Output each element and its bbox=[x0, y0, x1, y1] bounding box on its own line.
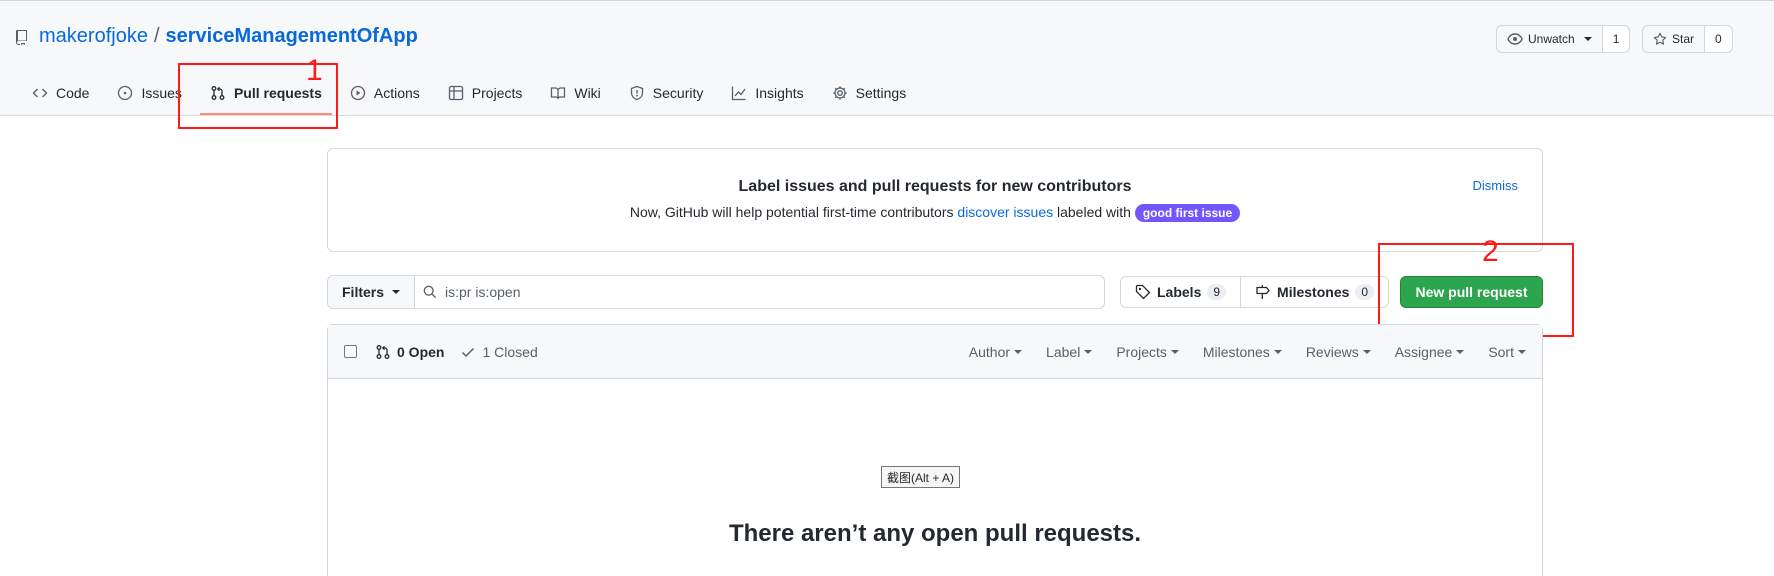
label-filter[interactable]: Label bbox=[1046, 343, 1093, 360]
empty-state-title: There aren’t any open pull requests. bbox=[728, 520, 1142, 547]
caret-down-icon bbox=[1014, 349, 1023, 354]
discover-issues-link[interactable]: discover issues bbox=[957, 204, 1053, 220]
labels-count: 9 bbox=[1207, 284, 1227, 300]
repo-nav-tabs: Code Issues Pull requests Actions Projec… bbox=[22, 73, 924, 115]
tab-actions[interactable]: Actions bbox=[340, 73, 430, 113]
tab-label: Code bbox=[56, 85, 90, 101]
play-icon bbox=[350, 85, 366, 101]
star-button-group: Star 0 bbox=[1642, 25, 1733, 53]
annotation-number-1: 1 bbox=[306, 54, 323, 87]
labels-button[interactable]: Labels 9 bbox=[1121, 277, 1240, 307]
search-query: is:pr is:open bbox=[445, 284, 521, 300]
caret-down-icon bbox=[1084, 349, 1093, 354]
closed-count: 1 Closed bbox=[482, 343, 538, 360]
milestone-icon bbox=[1256, 285, 1270, 299]
issue-icon bbox=[118, 85, 133, 101]
watchers-count[interactable]: 1 bbox=[1601, 26, 1630, 52]
repo-title: makerofjoke / serviceManagementOfApp bbox=[15, 25, 418, 48]
unwatch-button[interactable]: Unwatch bbox=[1497, 26, 1602, 52]
search-input[interactable]: is:pr is:open bbox=[415, 284, 1104, 300]
check-icon bbox=[462, 347, 475, 357]
tab-security[interactable]: Security bbox=[619, 73, 714, 113]
reviews-filter[interactable]: Reviews bbox=[1306, 344, 1371, 360]
star-button[interactable]: Star bbox=[1643, 26, 1704, 52]
caret-down-icon bbox=[1583, 37, 1592, 41]
tab-label: Issues bbox=[141, 85, 182, 101]
caret-down-icon bbox=[1362, 349, 1371, 354]
code-icon bbox=[32, 88, 48, 98]
caret-down-icon bbox=[1170, 349, 1179, 354]
good-first-issue-label[interactable]: good first issue bbox=[1134, 204, 1241, 222]
list-sorters: Author Label Projects Milestones Reviews… bbox=[969, 344, 1526, 360]
banner-description: Now, GitHub will help potential first-ti… bbox=[328, 204, 1542, 222]
repo-name-link[interactable]: serviceManagementOfApp bbox=[166, 25, 418, 48]
search-icon bbox=[423, 285, 437, 299]
tab-insights[interactable]: Insights bbox=[721, 73, 813, 113]
tab-settings[interactable]: Settings bbox=[822, 73, 917, 113]
open-count: 0 Open bbox=[397, 343, 445, 360]
tab-label: Actions bbox=[373, 85, 420, 101]
milestones-filter[interactable]: Milestones bbox=[1203, 344, 1282, 360]
filters-bar: Filters is:pr is:open bbox=[327, 275, 1105, 309]
milestones-button[interactable]: Milestones 0 bbox=[1240, 277, 1388, 307]
assignee-filter[interactable]: Assignee bbox=[1395, 344, 1465, 360]
projects-filter[interactable]: Projects bbox=[1116, 344, 1179, 360]
filters-label: Filters bbox=[342, 284, 385, 300]
sorter-label: Milestones bbox=[1202, 343, 1270, 360]
repo-icon bbox=[15, 29, 29, 45]
author-filter[interactable]: Author bbox=[968, 343, 1023, 360]
labels-milestones-group: Labels 9 Milestones 0 bbox=[1120, 276, 1390, 308]
tab-label: Insights bbox=[755, 85, 804, 101]
shield-icon bbox=[630, 85, 643, 101]
repo-owner-link[interactable]: makerofjoke bbox=[39, 25, 148, 48]
tag-icon bbox=[1135, 284, 1151, 300]
caret-down-icon bbox=[1273, 349, 1282, 354]
tab-label: Settings bbox=[855, 85, 907, 101]
star-icon bbox=[1653, 32, 1667, 45]
sort-dropdown[interactable]: Sort bbox=[1488, 344, 1526, 360]
gear-icon bbox=[832, 86, 847, 100]
graph-icon bbox=[732, 86, 746, 101]
eye-icon bbox=[1507, 33, 1523, 45]
tab-label: Wiki bbox=[574, 85, 601, 101]
milestones-count: 0 bbox=[1355, 284, 1375, 300]
pull-request-icon bbox=[376, 344, 390, 359]
annotation-box-2 bbox=[1378, 243, 1574, 337]
milestones-label: Milestones bbox=[1277, 284, 1350, 300]
unwatch-button-group: Unwatch 1 bbox=[1496, 25, 1631, 53]
tab-label: Security bbox=[652, 85, 704, 101]
sorter-label: Author bbox=[968, 343, 1011, 360]
caret-down-icon bbox=[1456, 349, 1465, 354]
first-contributors-banner: Label issues and pull requests for new c… bbox=[327, 148, 1543, 252]
repo-separator: / bbox=[153, 25, 160, 47]
tab-wiki[interactable]: Wiki bbox=[540, 73, 610, 113]
table-icon bbox=[448, 85, 463, 101]
caret-down-icon bbox=[1518, 349, 1526, 354]
sorter-label: Projects bbox=[1116, 343, 1167, 360]
sorter-label: Label bbox=[1046, 343, 1081, 360]
labels-label: Labels bbox=[1157, 284, 1202, 300]
book-icon bbox=[551, 87, 566, 100]
tab-projects[interactable]: Projects bbox=[438, 73, 533, 113]
annotation-number-2: 2 bbox=[1482, 235, 1499, 268]
filters-button[interactable]: Filters bbox=[328, 276, 416, 308]
stars-count[interactable]: 0 bbox=[1704, 26, 1732, 52]
unwatch-label: Unwatch bbox=[1528, 32, 1575, 46]
sorter-label: Reviews bbox=[1305, 343, 1359, 360]
sorter-label: Assignee bbox=[1394, 343, 1453, 360]
caret-down-icon bbox=[392, 290, 401, 294]
banner-desc-text: labeled with bbox=[1053, 204, 1135, 220]
closed-filter-link[interactable]: 1 Closed bbox=[460, 343, 538, 360]
star-label: Star bbox=[1672, 32, 1695, 46]
banner-title: Label issues and pull requests for new c… bbox=[738, 178, 1132, 195]
banner-desc-text: Now, GitHub will help potential first-ti… bbox=[629, 204, 958, 220]
sorter-label: Sort bbox=[1488, 343, 1514, 360]
dismiss-button[interactable]: Dismiss bbox=[1473, 178, 1519, 193]
tab-code[interactable]: Code bbox=[22, 73, 99, 113]
open-filter-link[interactable]: 0 Open bbox=[375, 344, 444, 360]
tab-label: Projects bbox=[471, 85, 523, 101]
list-header: 0 Open 1 Closed Author Label Projects Mi… bbox=[328, 325, 1542, 379]
select-all-checkbox[interactable] bbox=[344, 345, 357, 358]
screenshot-tooltip: 截图(Alt + A) bbox=[881, 466, 961, 488]
